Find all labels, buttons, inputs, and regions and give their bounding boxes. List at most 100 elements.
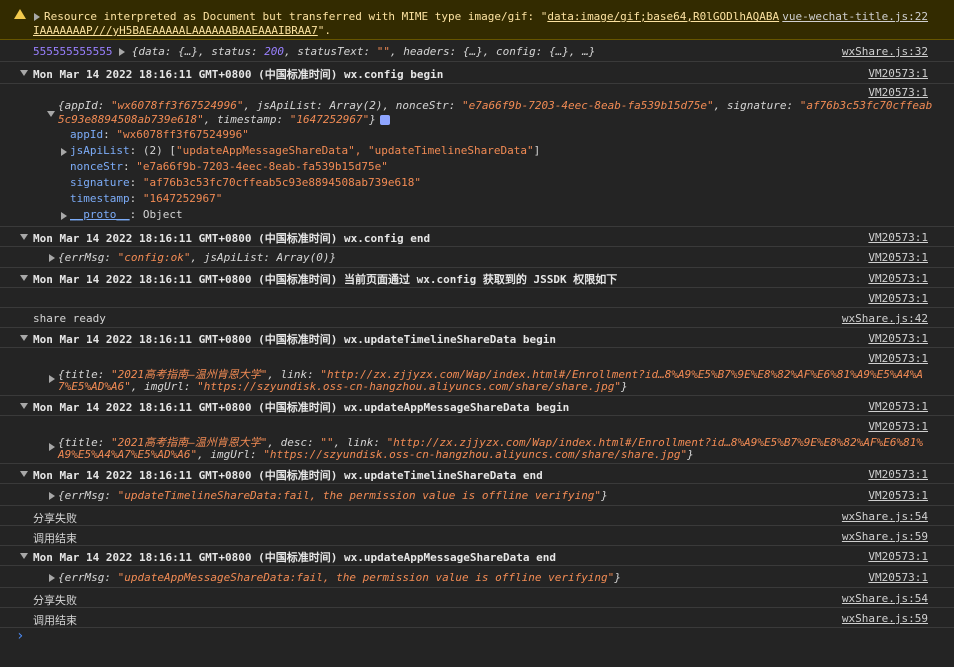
source-link[interactable]: VM20573:1 — [868, 332, 928, 345]
prop-row[interactable]: __proto__: Object — [70, 208, 183, 221]
expand-icon[interactable] — [61, 212, 67, 220]
object-line: } — [687, 448, 694, 461]
expand-icon[interactable] — [49, 375, 55, 383]
source-link[interactable]: wxShare.js:59 — [842, 530, 928, 543]
object-line: , timestamp: — [203, 113, 290, 126]
console-object-row: VM20573:1 {title: "2021高考指南—温州肯恩大学", des… — [0, 416, 954, 464]
object-line: {errMsg: — [58, 571, 118, 584]
imgurl-value: "https://szyundisk.oss-cn-hangzhou.aliyu… — [263, 448, 688, 461]
object-line: , signature: — [713, 99, 800, 112]
prop-row: appId: "wx6078ff3f67524996" — [70, 128, 249, 141]
object-line: {errMsg: — [58, 489, 118, 502]
source-link[interactable]: VM20573:1 — [868, 272, 928, 285]
expand-icon[interactable] — [49, 574, 55, 582]
config-object: VM20573:1 {appId: "wx6078ff3f67524996", … — [0, 84, 954, 227]
collapse-icon[interactable] — [20, 275, 28, 281]
collapse-icon[interactable] — [20, 335, 28, 341]
log-text: 分享失败 — [33, 594, 77, 607]
source-link[interactable]: VM20573:1 — [868, 400, 928, 413]
source-link[interactable]: wxShare.js:59 — [842, 612, 928, 625]
object-line: , imgUrl: — [130, 380, 198, 393]
prop-key: jsApiList — [70, 144, 130, 157]
log-response: 555555555555 {data: {…}, status: 200, st… — [0, 40, 954, 62]
prop-sep: : — [103, 128, 117, 141]
prop-row[interactable]: jsApiList: (2) ["updateAppMessageShareDa… — [70, 144, 540, 157]
console-log-row: 调用结束 wxShare.js:59 — [0, 608, 954, 628]
status-value: 200 — [264, 45, 285, 58]
warning-message: Resource interpreted as Document but tra… — [0, 0, 954, 40]
collapse-icon[interactable] — [20, 471, 28, 477]
object-line: , jsApiList: Array(2), nonceStr: — [243, 99, 462, 112]
collapse-object-icon[interactable] — [47, 111, 55, 117]
errmsg-value: "updateAppMessageShareData:fail, the per… — [117, 571, 615, 584]
expand-icon[interactable] — [49, 492, 55, 500]
source-link[interactable]: VM20573:1 — [868, 292, 928, 305]
warning-text-cont: IAAAAAAAP///yH5BAEAAAAALAAAAAABAAEAAAIBR… — [33, 24, 318, 37]
group-title: Mon Mar 14 2022 18:16:11 GMT+0800 (中国标准时… — [33, 232, 431, 245]
expand-warning-icon[interactable] — [34, 13, 40, 21]
prop-key: nonceStr — [70, 160, 123, 173]
errmsg-value: "updateTimelineShareData:fail, the permi… — [117, 489, 602, 502]
console-input[interactable] — [30, 630, 930, 646]
console-log-row: share ready wxShare.js:42 — [0, 308, 954, 328]
log-text: 调用结束 — [33, 614, 77, 627]
warning-data-link[interactable]: data:image/gif;base64,R0lGODlhAQABA — [547, 10, 779, 23]
expand-icon[interactable] — [49, 443, 55, 451]
prop-row: timestamp: "1647252967" — [70, 192, 222, 205]
source-link[interactable]: VM20573:1 — [868, 468, 928, 481]
timestamp-value: "1647252967" — [289, 113, 370, 126]
source-link[interactable]: wxShare.js:54 — [842, 592, 928, 605]
console-log-row: 调用结束 wxShare.js:59 — [0, 526, 954, 546]
console-group-header[interactable]: Mon Mar 14 2022 18:16:11 GMT+0800 (中国标准时… — [0, 328, 954, 348]
prop-sep: : — [129, 176, 143, 189]
collapse-icon[interactable] — [20, 403, 28, 409]
expand-icon[interactable] — [61, 148, 67, 156]
source-link[interactable]: wxShare.js:32 — [842, 45, 928, 58]
source-link[interactable]: VM20573:1 — [868, 67, 928, 80]
nonce-value: "e7a66f9b-7203-4eec-8eab-fa539b15d75e" — [461, 99, 714, 112]
console-object-row: {errMsg: "updateAppMessageShareData:fail… — [0, 566, 954, 588]
console-empty-row: VM20573:1 — [0, 288, 954, 308]
console-group-header[interactable]: Mon Mar 14 2022 18:16:11 GMT+0800 (中国标准时… — [0, 62, 954, 84]
source-link[interactable]: VM20573:1 — [868, 550, 928, 563]
prop-value: "1647252967" — [142, 192, 223, 205]
imgurl-value: "https://szyundisk.oss-cn-hangzhou.aliyu… — [197, 380, 621, 393]
prop-end: ] — [533, 144, 541, 157]
object-line: {errMsg: — [58, 251, 118, 264]
prop-value: Object — [142, 208, 183, 221]
console-group-header[interactable]: Mon Mar 14 2022 18:16:11 GMT+0800 (中国标准时… — [0, 227, 954, 247]
console-group-header[interactable]: Mon Mar 14 2022 18:16:11 GMT+0800 (中国标准时… — [0, 464, 954, 484]
source-link[interactable]: VM20573:1 — [868, 251, 928, 264]
source-link[interactable]: VM20573:1 — [868, 86, 928, 99]
collapse-icon[interactable] — [20, 70, 28, 76]
prop-row: signature: "af76b3c53fc70cffeab5c93e8894… — [70, 176, 421, 189]
source-link[interactable]: VM20573:1 — [868, 231, 928, 244]
collapse-icon[interactable] — [20, 553, 28, 559]
warning-icon — [14, 9, 26, 19]
source-link[interactable]: VM20573:1 — [868, 420, 928, 433]
source-link[interactable]: VM20573:1 — [868, 571, 928, 584]
console-log-row: 分享失败 wxShare.js:54 — [0, 588, 954, 608]
source-link[interactable]: VM20573:1 — [868, 489, 928, 502]
prop-sep: : (2) [ — [129, 144, 176, 157]
object-line: {appId: — [58, 99, 111, 112]
source-link[interactable]: wxShare.js:42 — [842, 312, 928, 325]
console-prompt-icon[interactable]: › — [16, 628, 24, 644]
console-group-header[interactable]: Mon Mar 14 2022 18:16:11 GMT+0800 (中国标准时… — [0, 396, 954, 416]
warning-source-link[interactable]: vue-wechat-title.js:22 — [782, 10, 928, 23]
console-group-header[interactable]: Mon Mar 14 2022 18:16:11 GMT+0800 (中国标准时… — [0, 268, 954, 288]
source-link[interactable]: wxShare.js:54 — [842, 510, 928, 523]
console-group-header[interactable]: Mon Mar 14 2022 18:16:11 GMT+0800 (中国标准时… — [0, 546, 954, 566]
object-line: , imgUrl: — [197, 448, 264, 461]
prop-sep: : — [129, 192, 143, 205]
object-line: , jsApiList: Array(0)} — [190, 251, 337, 264]
info-icon[interactable] — [379, 115, 390, 125]
source-link[interactable]: VM20573:1 — [868, 352, 928, 365]
prop-key: __proto__ — [70, 208, 130, 221]
object-line: } — [620, 380, 628, 393]
collapse-icon[interactable] — [20, 234, 28, 240]
status-text-value: "" — [376, 45, 391, 58]
expand-icon[interactable] — [119, 48, 126, 56]
expand-icon[interactable] — [49, 254, 55, 262]
object-preview[interactable]: {data: {…}, status: — [132, 45, 264, 58]
